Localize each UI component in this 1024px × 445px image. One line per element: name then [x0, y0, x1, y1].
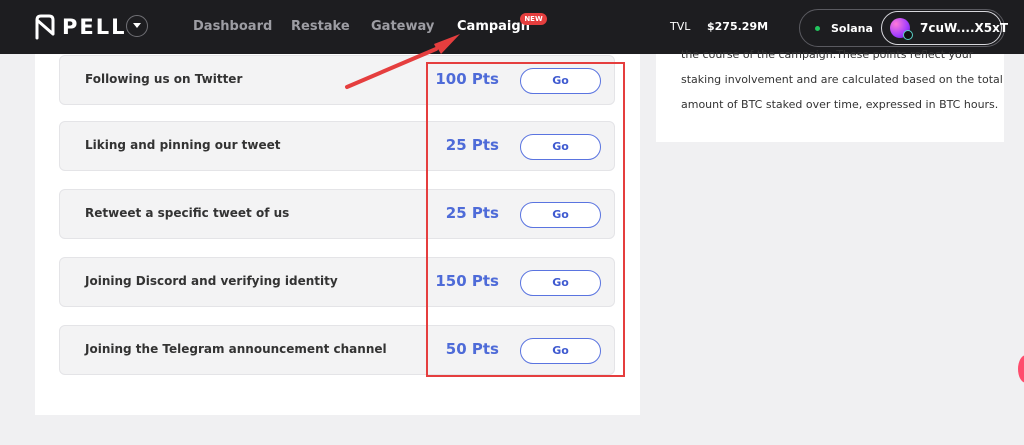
info-text-line: the course of the campaign.These points …	[681, 48, 974, 61]
top-navbar: PELL Dashboard Restake Gateway Campaign …	[0, 0, 1024, 54]
nav-campaign[interactable]: Campaign	[457, 19, 530, 34]
floating-help-button[interactable]	[1018, 355, 1024, 383]
solana-icon	[903, 30, 913, 40]
task-label: Following us on Twitter	[85, 72, 243, 86]
task-label: Liking and pinning our tweet	[85, 138, 281, 152]
wallet-address: 7cuW....X5xT	[920, 21, 1009, 35]
task-row: Liking and pinning our tweet 25 Pts Go	[59, 121, 615, 171]
tvl-value: $275.29M	[707, 20, 769, 33]
nav-restake[interactable]: Restake	[291, 19, 350, 34]
info-text-line: amount of BTC staked over time, expresse…	[681, 98, 999, 111]
go-button[interactable]: Go	[520, 202, 601, 228]
nav-gateway[interactable]: Gateway	[371, 19, 434, 34]
pell-logo-icon	[35, 14, 55, 40]
go-button[interactable]: Go	[520, 68, 601, 94]
tvl-label: TVL	[670, 20, 691, 33]
task-row: Joining the Telegram announcement channe…	[59, 325, 615, 375]
task-points: 50 Pts	[445, 340, 499, 358]
tasks-panel: Following us on Twitter 100 Pts Go Likin…	[35, 54, 640, 415]
chain-name: Solana	[831, 22, 873, 35]
chain-selector[interactable]: Solana 7cuW....X5xT	[799, 9, 1008, 47]
go-button[interactable]: Go	[520, 338, 601, 364]
task-row: Retweet a specific tweet of us 25 Pts Go	[59, 189, 615, 239]
nav-dashboard[interactable]: Dashboard	[193, 19, 272, 34]
network-dropdown-button[interactable]	[126, 15, 148, 37]
task-label: Joining Discord and verifying identity	[85, 274, 338, 288]
task-label: Retweet a specific tweet of us	[85, 206, 290, 220]
task-label: Joining the Telegram announcement channe…	[85, 342, 387, 356]
task-row: Following us on Twitter 100 Pts Go	[59, 55, 615, 105]
go-button[interactable]: Go	[520, 270, 601, 296]
task-points: 150 Pts	[435, 272, 499, 290]
task-points: 25 Pts	[445, 204, 499, 222]
new-badge: NEW	[520, 13, 547, 25]
pell-logo[interactable]: PELL	[34, 13, 127, 41]
connected-status-dot	[815, 26, 820, 31]
go-button[interactable]: Go	[520, 134, 601, 160]
task-points: 100 Pts	[435, 70, 499, 88]
task-row: Joining Discord and verifying identity 1…	[59, 257, 615, 307]
logo-text: PELL	[62, 15, 127, 39]
task-points: 25 Pts	[445, 136, 499, 154]
info-text-line: staking involvement and are calculated b…	[681, 73, 1003, 86]
chevron-down-icon	[133, 23, 141, 28]
wallet-button[interactable]: 7cuW....X5xT	[881, 11, 1008, 45]
points-info-panel: the course of the campaign.These points …	[656, 48, 1004, 142]
